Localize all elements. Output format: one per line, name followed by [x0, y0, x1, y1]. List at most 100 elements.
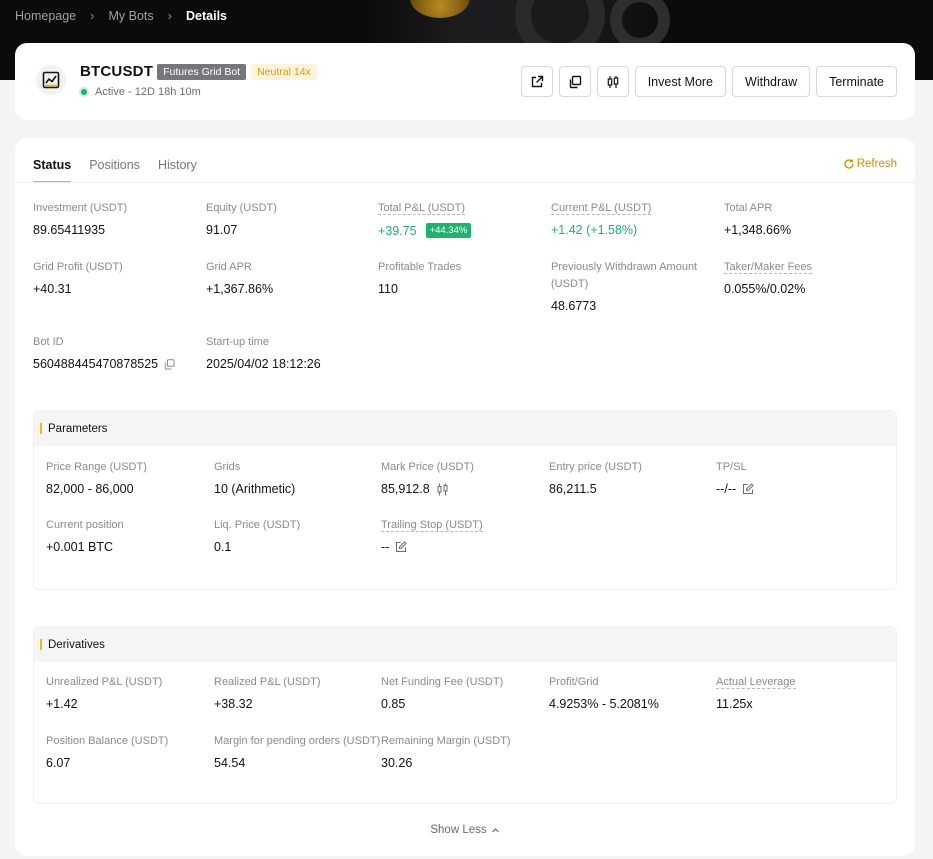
bot-id-field: Bot ID 560488445470878525: [33, 334, 175, 371]
fees-field: Taker/Maker Fees 0.055%/0.02%: [724, 259, 813, 296]
grid-apr-field: Grid APR +1,367.86%: [206, 259, 273, 296]
price-range-value: 82,000 - 86,000: [46, 482, 134, 496]
derivatives-header: Derivatives: [34, 627, 896, 662]
breadcrumb-details: Details: [186, 8, 227, 23]
unrealized-pnl-field: Unrealized P&L (USDT) +1.42: [46, 674, 162, 711]
prev-withdrawn-field: Previously Withdrawn Amount (USDT) 48.67…: [551, 259, 697, 313]
unrealized-pnl-label: Unrealized P&L (USDT): [46, 676, 163, 688]
position-balance-value: 6.07: [46, 756, 71, 770]
profit-grid-value: 4.9253% - 5.2081%: [549, 697, 659, 711]
breadcrumb-my-bots[interactable]: My Bots: [109, 9, 154, 23]
refresh-button[interactable]: Refresh: [843, 158, 897, 170]
bot-type-tag: Futures Grid Bot: [157, 63, 247, 80]
prev-withdrawn-label-line1: Previously Withdrawn Amount: [551, 261, 698, 273]
price-range-field: Price Range (USDT) 82,000 - 86,000: [46, 459, 147, 496]
actual-leverage-label[interactable]: Actual Leverage: [716, 674, 796, 691]
show-less-button[interactable]: Show Less: [15, 824, 915, 836]
grid-profit-label: Grid Profit (USDT): [33, 261, 123, 273]
copy-id-icon[interactable]: [164, 358, 175, 370]
entry-price-label: Entry price (USDT): [549, 461, 642, 473]
bot-id-label: Bot ID: [33, 336, 64, 348]
profitable-trades-label: Profitable Trades: [378, 261, 462, 273]
fees-value: 0.055%/0.02%: [724, 282, 806, 296]
grid-profit-field: Grid Profit (USDT) +40.31: [33, 259, 123, 296]
remaining-margin-label: Remaining Margin (USDT): [381, 735, 511, 747]
total-pnl-value-row: +39.75 +44.34%: [378, 223, 472, 238]
current-pnl-field: Current P&L (USDT) +1.42 (+1.58%): [551, 200, 652, 237]
copy-icon: [569, 75, 581, 88]
bot-mode-tag: Neutral 14x: [251, 63, 317, 80]
total-pnl-label[interactable]: Total P&L (USDT): [378, 200, 471, 217]
bot-status-text: Active - 12D 18h 10m: [95, 86, 201, 98]
derivatives-section: Derivatives Unrealized P&L (USDT) +1.42 …: [33, 626, 897, 804]
derivatives-title: Derivatives: [48, 638, 105, 651]
current-pnl-label-text: Current P&L (USDT): [551, 202, 652, 215]
total-pnl-field: Total P&L (USDT) +39.75 +44.34%: [378, 200, 472, 238]
bot-id-value: 560488445470878525: [33, 357, 159, 371]
candlestick-icon[interactable]: [436, 483, 449, 496]
withdraw-button[interactable]: Withdraw: [732, 66, 811, 97]
bot-status: Active - 12D 18h 10m: [79, 86, 201, 98]
trailing-stop-field: Trailing Stop (USDT) --: [381, 517, 483, 554]
tab-divider: [15, 182, 915, 183]
tab-history[interactable]: History: [158, 158, 197, 183]
candlestick-icon: [607, 75, 619, 88]
active-status-dot: [79, 87, 89, 97]
edit-tpsl-icon[interactable]: [742, 483, 754, 495]
grids-field: Grids 10 (Arithmetic): [214, 459, 295, 496]
investment-label: Investment (USDT): [33, 202, 128, 214]
liq-price-field: Liq. Price (USDT) 0.1: [214, 517, 300, 554]
tab-positions[interactable]: Positions: [89, 158, 140, 183]
investment-field: Investment (USDT) 89.65411935: [33, 200, 127, 237]
tab-status[interactable]: Status: [33, 158, 72, 183]
profitable-trades-field: Profitable Trades 110: [378, 259, 461, 296]
investment-value: 89.65411935: [33, 223, 106, 237]
section-accent-bar: [40, 639, 42, 650]
parameters-title: Parameters: [48, 422, 108, 435]
share-button[interactable]: [520, 66, 553, 97]
total-apr-field: Total APR +1,348.66%: [724, 200, 791, 237]
chevron-up-icon: [491, 827, 499, 832]
total-pnl-label-text: Total P&L (USDT): [378, 202, 466, 215]
total-apr-label: Total APR: [724, 202, 773, 214]
tpsl-label: TP/SL: [716, 461, 747, 473]
liq-price-label: Liq. Price (USDT): [214, 519, 301, 531]
chart-button[interactable]: [596, 66, 629, 97]
entry-price-value: 86,211.5: [549, 482, 597, 496]
grid-bot-icon: [36, 65, 66, 95]
equity-label: Equity (USDT): [206, 202, 277, 214]
invest-more-button[interactable]: Invest More: [634, 66, 727, 97]
parameters-header: Parameters: [34, 411, 896, 446]
actual-leverage-label-text: Actual Leverage: [716, 676, 796, 689]
trailing-stop-label[interactable]: Trailing Stop (USDT): [381, 517, 483, 534]
net-funding-field: Net Funding Fee (USDT) 0.85: [381, 674, 503, 711]
realized-pnl-label: Realized P&L (USDT): [214, 676, 321, 688]
edit-trailing-stop-icon[interactable]: [395, 541, 408, 553]
actual-leverage-value: 11.25x: [716, 697, 753, 711]
tpsl-field: TP/SL --/--: [716, 459, 754, 496]
parameters-section: Parameters Price Range (USDT) 82,000 - 8…: [33, 410, 897, 590]
bot-title: BTCUSDT Futures Grid Bot Neutral 14x: [80, 63, 317, 80]
current-pnl-label[interactable]: Current P&L (USDT): [551, 200, 652, 217]
profitable-trades-value: 110: [378, 282, 398, 296]
terminate-button[interactable]: Terminate: [816, 66, 897, 97]
profit-grid-field: Profit/Grid 4.9253% - 5.2081%: [549, 674, 659, 711]
prev-withdrawn-label-line2: (USDT): [551, 278, 589, 290]
equity-value: 91.07: [206, 223, 238, 237]
startup-time-value: 2025/04/02 18:12:26: [206, 357, 321, 371]
fees-label[interactable]: Taker/Maker Fees: [724, 259, 813, 276]
remaining-margin-field: Remaining Margin (USDT) 30.26: [381, 733, 511, 770]
bot-details-card: Status Positions History Refresh Investm…: [15, 138, 915, 856]
trailing-stop-label-text: Trailing Stop (USDT): [381, 519, 483, 532]
copy-bot-button[interactable]: [558, 66, 591, 97]
equity-field: Equity (USDT) 91.07: [206, 200, 277, 237]
breadcrumb-homepage[interactable]: Homepage: [15, 9, 76, 23]
grid-profit-value: +40.31: [33, 282, 72, 296]
bot-symbol: BTCUSDT: [80, 63, 154, 80]
current-position-field: Current position +0.001 BTC: [46, 517, 124, 554]
startup-time-field: Start-up time 2025/04/02 18:12:26: [206, 334, 321, 371]
grids-value: 10 (Arithmetic): [214, 482, 296, 496]
share-icon: [531, 75, 543, 87]
actual-leverage-field: Actual Leverage 11.25x: [716, 674, 796, 711]
refresh-icon: [844, 159, 854, 169]
